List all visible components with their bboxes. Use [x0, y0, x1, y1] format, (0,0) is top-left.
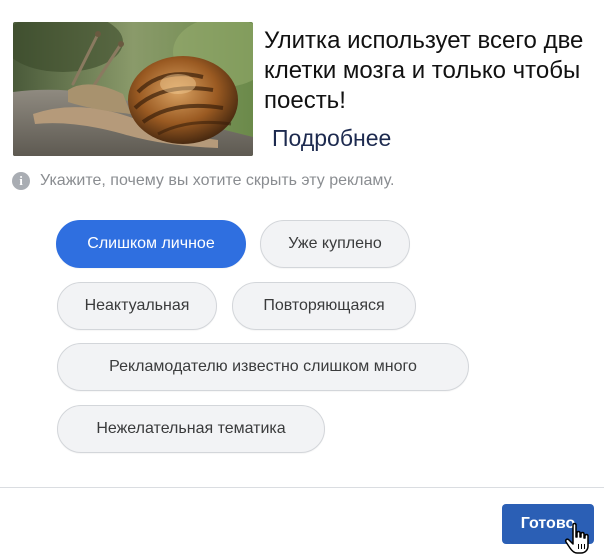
- reason-chip-too-personal[interactable]: Слишком личное: [56, 220, 246, 268]
- ad-headline[interactable]: Улитка использует всего две клетки мозга…: [264, 26, 594, 116]
- prompt-text: Укажите, почему вы хотите скрыть эту рек…: [40, 172, 395, 189]
- snail-photo: [13, 22, 253, 156]
- reason-chip-irrelevant[interactable]: Неактуальная: [57, 282, 217, 330]
- reason-chip-knows-too-much[interactable]: Рекламодателю известно слишком много: [57, 343, 469, 391]
- reason-chip-label: Повторяющаяся: [263, 297, 385, 314]
- reason-chip-label: Нежелательная тематика: [96, 420, 286, 437]
- reason-chip-label: Неактуальная: [84, 297, 190, 314]
- hide-reason-prompt: i Укажите, почему вы хотите скрыть эту р…: [12, 172, 394, 190]
- reason-chip-label: Слишком личное: [87, 235, 215, 252]
- reason-chip-label: Уже куплено: [288, 235, 382, 252]
- done-button[interactable]: Готово: [502, 504, 594, 544]
- reason-chip-unwanted-topic[interactable]: Нежелательная тематика: [57, 405, 325, 453]
- footer-divider: [0, 487, 604, 488]
- ad-image[interactable]: [13, 22, 253, 156]
- reason-chip-label: Рекламодателю известно слишком много: [109, 358, 417, 375]
- reason-chip-already-bought[interactable]: Уже куплено: [260, 220, 410, 268]
- reason-chip-repetitive[interactable]: Повторяющаяся: [232, 282, 416, 330]
- learn-more-link[interactable]: Подробнее: [272, 125, 391, 152]
- info-icon: i: [12, 172, 30, 190]
